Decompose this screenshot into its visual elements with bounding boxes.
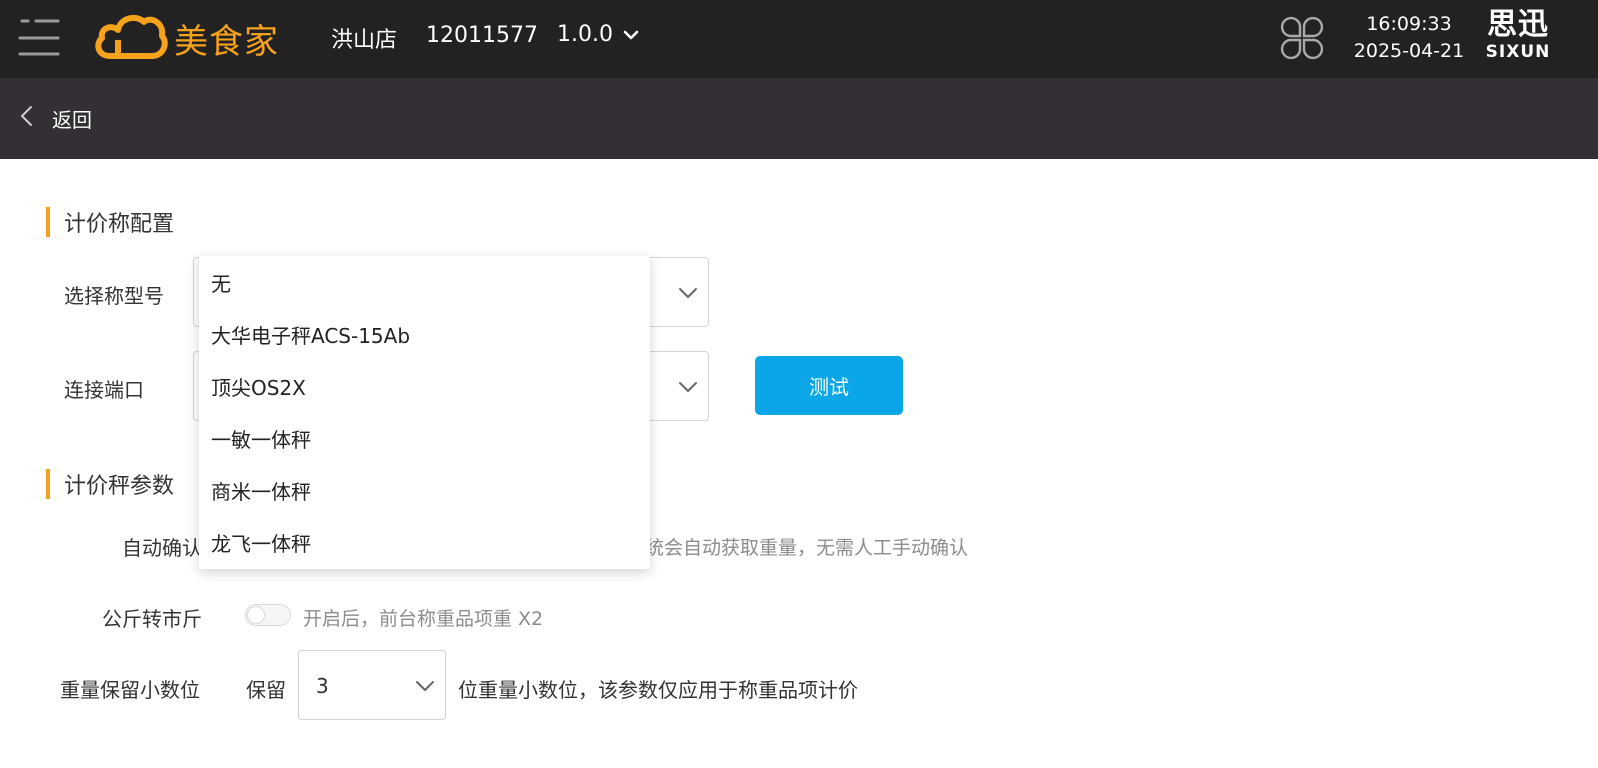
store-id: 12011577 bbox=[426, 23, 538, 48]
dropdown-option[interactable]: 商米一体秤 bbox=[199, 466, 650, 518]
decimal-prefix: 保留 bbox=[246, 678, 286, 702]
sub-bar: 返回 bbox=[0, 78, 1598, 159]
section-title: 计价称配置 bbox=[64, 212, 175, 237]
apps-grid-icon[interactable] bbox=[1280, 16, 1324, 60]
section-scale-params: 计价秤参数 bbox=[46, 469, 174, 499]
decimal-label: 重量保留小数位 bbox=[60, 678, 200, 702]
section-accent-bar bbox=[46, 207, 50, 237]
back-label: 返回 bbox=[52, 107, 92, 132]
decimal-select[interactable]: 3 bbox=[298, 650, 446, 720]
jin-label: 公斤转市斤 bbox=[102, 607, 202, 631]
decimal-suffix: 位重量小数位，该参数仅应用于称重品项计价 bbox=[458, 678, 858, 702]
jin-toggle[interactable] bbox=[245, 604, 291, 626]
dropdown-option[interactable]: 龙飞一体秤 bbox=[199, 518, 650, 570]
dropdown-option[interactable]: 顶尖OS2X bbox=[199, 362, 650, 414]
menu-icon[interactable] bbox=[16, 16, 64, 62]
brand-name-cn: 思迅 bbox=[1487, 7, 1549, 42]
chevron-left-icon bbox=[18, 104, 52, 133]
dropdown-option[interactable]: 一敏一体秤 bbox=[199, 414, 650, 466]
section-scale-config: 计价称配置 bbox=[46, 207, 174, 237]
chevron-down-icon bbox=[613, 22, 639, 47]
auto-confirm-label: 自动确认 bbox=[122, 536, 202, 560]
dropdown-option[interactable]: 无 bbox=[199, 258, 650, 310]
section-accent-bar bbox=[46, 469, 50, 499]
top-bar: 美食家 洪山店 12011577 1.0.0 16:09:33 2025-04-… bbox=[0, 0, 1598, 78]
test-button[interactable]: 测试 bbox=[755, 356, 903, 415]
dropdown-option[interactable]: 大华电子秤ACS-15Ab bbox=[199, 310, 650, 362]
store-name: 洪山店 bbox=[331, 28, 398, 53]
app-root: 美食家 洪山店 12011577 1.0.0 16:09:33 2025-04-… bbox=[0, 0, 1598, 768]
model-dropdown: 无 大华电子秤ACS-15Ab 顶尖OS2X 一敏一体秤 商米一体秤 龙飞一体秤 bbox=[199, 256, 650, 569]
brand-logo: 思迅 SIXUN bbox=[1478, 7, 1558, 63]
jin-hint: 开启后，前台称重品项重 X2 bbox=[303, 608, 544, 630]
auto-confirm-hint: 系统会自动获取重量，无需人工手动确认 bbox=[626, 537, 969, 559]
cloud-logo-icon bbox=[92, 10, 168, 66]
clock-date: 2025-04-21 bbox=[1353, 40, 1465, 62]
section-title: 计价秤参数 bbox=[64, 474, 175, 499]
clock-time: 16:09:33 bbox=[1366, 13, 1452, 35]
toggle-knob bbox=[247, 606, 265, 624]
version-selector[interactable]: 1.0.0 bbox=[557, 22, 639, 47]
app-name: 美食家 bbox=[174, 21, 279, 62]
version-label: 1.0.0 bbox=[557, 22, 613, 47]
back-button[interactable]: 返回 bbox=[18, 100, 92, 136]
clock: 16:09:33 2025-04-21 bbox=[1352, 12, 1466, 66]
decimal-value: 3 bbox=[316, 674, 329, 698]
app-logo: 美食家 bbox=[92, 12, 279, 64]
model-label: 选择称型号 bbox=[64, 284, 164, 308]
port-label: 连接端口 bbox=[64, 378, 144, 402]
brand-name-en: SIXUN bbox=[1485, 42, 1551, 62]
